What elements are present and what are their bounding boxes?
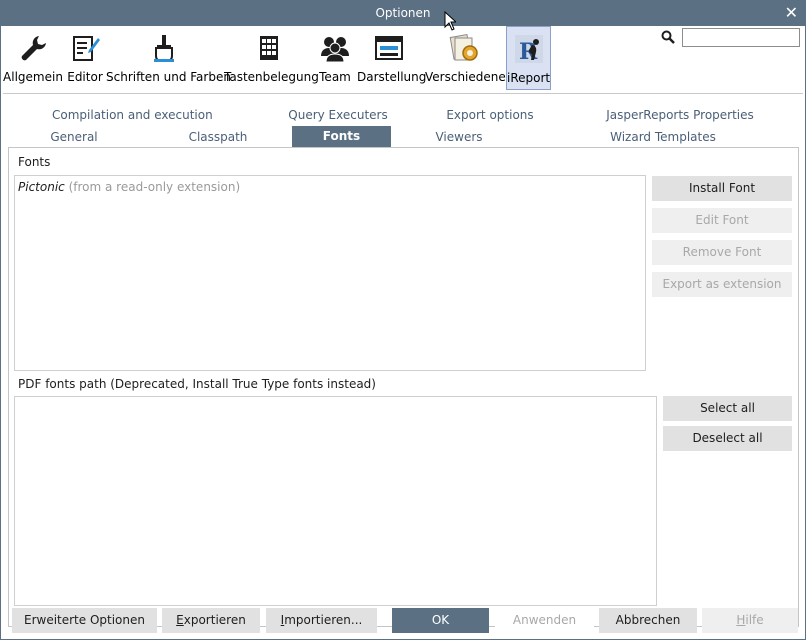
export-button[interactable]: Exportieren — [162, 608, 260, 633]
help-label-rest: ilfe — [745, 613, 764, 627]
window-title: Optionen — [375, 6, 431, 20]
toolbar-label: Darstellung — [357, 70, 427, 84]
toolbar-label: Schriften und Farben — [106, 70, 231, 84]
tab-compilation-and-execution[interactable]: Compilation and execution — [52, 105, 213, 126]
select-all-button[interactable]: Select all — [663, 396, 792, 421]
close-icon[interactable]: ✕ — [785, 3, 798, 22]
tab-wizard-templates[interactable]: Wizard Templates — [600, 127, 726, 148]
tab-classpath[interactable]: Classpath — [178, 127, 258, 148]
toolbar-label: Allgemein — [3, 70, 63, 84]
toolbar-item-schriften-und-farben[interactable]: Schriften und Farben — [106, 26, 231, 90]
toolbar-item-team[interactable]: Team — [317, 26, 353, 90]
tab-fonts[interactable]: Fonts — [292, 126, 391, 148]
window-icon — [375, 36, 403, 60]
pdf-fonts-path-list[interactable] — [14, 396, 657, 606]
wrench-icon — [21, 36, 46, 61]
tab-query-executers[interactable]: Query Executers — [284, 105, 392, 126]
toolbar-label: Verschiedenes — [425, 70, 513, 84]
toolbar-divider — [3, 93, 803, 94]
team-icon — [321, 37, 349, 63]
export-label-rest: xportieren — [183, 613, 246, 627]
apply-button[interactable]: Anwenden — [495, 608, 594, 633]
pdf-fonts-path-label: PDF fonts path (Deprecated, Install True… — [18, 377, 376, 391]
ok-button[interactable]: OK — [392, 608, 489, 633]
toolbar-label: Editor — [67, 70, 103, 84]
fonts-section-label: Fonts — [18, 155, 51, 169]
edit-font-button[interactable]: Edit Font — [652, 208, 792, 233]
toolbar-item-editor[interactable]: Editor — [65, 26, 105, 90]
font-name: Pictonic — [18, 180, 65, 194]
cancel-button[interactable]: Abbrechen — [599, 608, 697, 633]
install-font-button[interactable]: Install Font — [652, 176, 792, 201]
title-bar: Optionen ✕ — [0, 0, 806, 26]
toolbar-item-allgemein[interactable]: Allgemein — [3, 26, 63, 90]
remove-font-button[interactable]: Remove Font — [652, 240, 792, 265]
misc-gear-icon — [449, 34, 478, 61]
toolbar-label: Tastenbelegung — [224, 70, 319, 84]
fonts-list[interactable]: Pictonic (from a read-only extension) — [14, 175, 646, 371]
tab-jasperreports-properties[interactable]: JasperReports Properties — [604, 105, 756, 126]
toolbar-item-darstellung[interactable]: Darstellung — [357, 26, 427, 90]
toolbar-item-verschiedenes[interactable]: Verschiedenes — [425, 26, 513, 90]
export-as-extension-button[interactable]: Export as extension — [652, 272, 792, 297]
deselect-all-button[interactable]: Deselect all — [663, 426, 792, 451]
paint-brush-icon — [153, 35, 174, 62]
advanced-options-button[interactable]: Erweiterte Optionen — [12, 608, 157, 633]
search-icon — [661, 30, 675, 44]
keyboard-icon — [260, 36, 278, 60]
toolbar-item-ireport[interactable]: R iReport — [506, 26, 551, 90]
tab-viewers[interactable]: Viewers — [424, 127, 494, 148]
import-button[interactable]: Importieren... — [266, 608, 377, 633]
edit-document-icon — [73, 36, 100, 61]
tab-export-options[interactable]: Export options — [440, 105, 540, 126]
ireport-icon: R — [514, 35, 543, 65]
import-label-rest: mportieren... — [284, 613, 363, 627]
help-button[interactable]: Hilfe — [702, 608, 798, 633]
export-mnemonic: E — [176, 613, 184, 627]
toolbar-label: Team — [319, 70, 351, 84]
font-source-note: (from a read-only extension) — [68, 180, 241, 194]
tab-general[interactable]: General — [40, 127, 108, 148]
list-item[interactable]: Pictonic (from a read-only extension) — [18, 180, 240, 194]
search-input[interactable] — [682, 28, 800, 47]
toolbar-item-tastenbelegung[interactable]: Tastenbelegung — [224, 26, 319, 90]
toolbar-label: iReport — [507, 71, 551, 85]
